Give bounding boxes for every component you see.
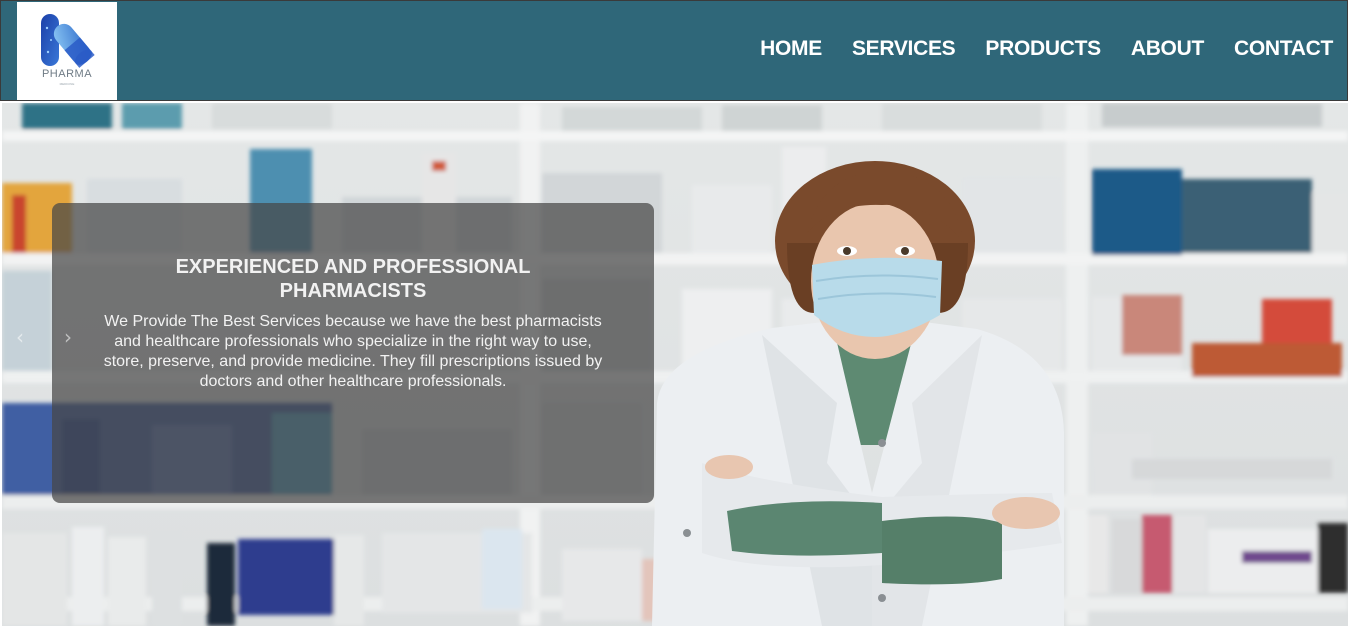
logo-brand: PHARMA: [41, 68, 93, 80]
main-nav: HOME SERVICES PRODUCTS ABOUT CONTACT: [730, 37, 1333, 61]
hero-banner: EXPERIENCED AND PROFESSIONAL PHARMACISTS…: [2, 103, 1348, 626]
hero-caption-box: EXPERIENCED AND PROFESSIONAL PHARMACISTS…: [52, 203, 654, 503]
nav-about[interactable]: ABOUT: [1131, 37, 1204, 61]
nav-products[interactable]: PRODUCTS: [985, 37, 1101, 61]
logo[interactable]: PHARMA MEDICINE: [17, 2, 117, 100]
nav-contact[interactable]: CONTACT: [1234, 37, 1333, 61]
hero-description: We Provide The Best Services because we …: [103, 313, 603, 390]
navbar: PHARMA MEDICINE HOME SERVICES PRODUCTS A…: [0, 0, 1348, 101]
chevron-right-icon[interactable]: ›: [64, 325, 72, 349]
nav-home[interactable]: HOME: [760, 37, 822, 61]
hero-title: EXPERIENCED AND PROFESSIONAL PHARMACISTS: [175, 256, 531, 302]
logo-tagline: MEDICINE: [59, 82, 75, 86]
nav-services[interactable]: SERVICES: [852, 37, 956, 61]
capsule-logo-icon: [41, 14, 95, 68]
chevron-left-icon[interactable]: ‹: [16, 325, 24, 349]
